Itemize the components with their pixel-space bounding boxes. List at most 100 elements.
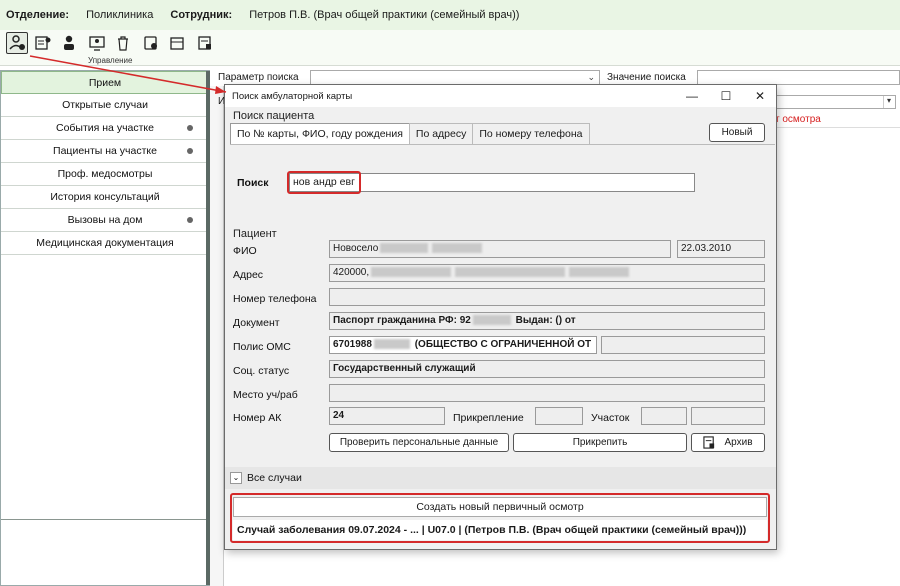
dialog-titlebar[interactable]: Поиск амбулаторной карты — ☐ ✕ xyxy=(225,85,776,107)
tab-by-phone[interactable]: По номеру телефона xyxy=(472,123,590,144)
search-card-dialog: Поиск амбулаторной карты — ☐ ✕ Поиск пац… xyxy=(224,84,777,550)
close-icon[interactable]: ✕ xyxy=(751,87,769,105)
sidebar-divider xyxy=(1,519,209,520)
sidebar-item-label: История консультаций xyxy=(50,191,160,203)
archive-button-label: Архив xyxy=(724,437,753,448)
user-search-icon[interactable] xyxy=(6,32,28,54)
notification-dot-icon xyxy=(187,217,193,223)
toolbar: Управление xyxy=(0,30,900,66)
phone-label: Номер телефона xyxy=(233,293,317,305)
social-status-label: Соц. статус xyxy=(233,365,290,377)
social-status-value: Государственный служащий xyxy=(333,363,476,374)
birth-date-field: 22.03.2010 xyxy=(677,240,765,258)
sidebar-item-label: Пациенты на участке xyxy=(53,145,157,157)
birth-date-value: 22.03.2010 xyxy=(681,243,732,254)
employee-label: Сотрудник: xyxy=(170,9,233,21)
users-icon[interactable] xyxy=(58,32,80,54)
attach-button[interactable]: Прикрепить xyxy=(513,433,687,452)
tab-baseline xyxy=(230,144,775,145)
tab-by-card[interactable]: По № карты, ФИО, году рождения xyxy=(230,123,410,144)
notification-dot-icon xyxy=(187,148,193,154)
calendar-list-icon[interactable] xyxy=(194,32,216,54)
fio-field: Новосело xyxy=(329,240,671,258)
oms-extra-field xyxy=(601,336,765,354)
dialog-body: Поиск пациента По № карты, ФИО, году рож… xyxy=(225,107,776,549)
document-label: Документ xyxy=(233,317,280,329)
oms-label: Полис ОМС xyxy=(233,341,291,353)
employee-value: Петров П.В. (Врач общей практики (семейн… xyxy=(249,9,520,21)
phone-field xyxy=(329,288,765,306)
search-param-label: Параметр поиска xyxy=(218,72,299,83)
chevron-down-icon[interactable]: ⌄ xyxy=(230,472,242,484)
card-icon[interactable] xyxy=(32,32,54,54)
oms-value: 6701988 xyxy=(333,339,372,350)
background-red-text: т осмотра xyxy=(775,114,821,125)
calendar-icon[interactable] xyxy=(166,32,188,54)
document-issued: Выдан: () от xyxy=(515,315,576,326)
background-combo[interactable]: ▾ xyxy=(770,95,896,109)
all-cases-header[interactable]: ⌄ Все случаи xyxy=(225,467,776,489)
department-label: Отделение: xyxy=(6,9,70,21)
sidebar-item-label: Вызовы на дом xyxy=(67,214,143,226)
search-highlight xyxy=(287,171,361,194)
info-line: Отделение: Поликлиника Сотрудник: Петров… xyxy=(6,9,533,21)
sidebar-item-checkups[interactable]: Проф. медосмотры xyxy=(1,163,209,186)
toolbar-group-label: Управление xyxy=(88,56,133,65)
copy-icon[interactable] xyxy=(140,32,162,54)
sidebar-item-open-cases[interactable]: Открытые случаи xyxy=(1,94,209,117)
patient-section-label: Пациент xyxy=(233,228,277,240)
area-extra-field xyxy=(691,407,765,425)
sidebar-item-consult-history[interactable]: История консультаций xyxy=(1,186,209,209)
background-divider xyxy=(774,127,900,128)
sidebar-item-area-events[interactable]: События на участке xyxy=(1,117,209,140)
sidebar-item-medical-docs[interactable]: Медицинская документация xyxy=(1,232,209,255)
sidebar-item-label: Прием xyxy=(88,76,122,89)
notification-dot-icon xyxy=(187,125,193,131)
ak-value: 24 xyxy=(333,410,345,421)
sidebar-item-reception[interactable]: Прием xyxy=(1,71,209,94)
new-button[interactable]: Новый xyxy=(709,123,765,142)
sidebar-item-label: Открытые случаи xyxy=(62,99,148,111)
sidebar-item-label: События на участке xyxy=(56,122,154,134)
info-bar: Отделение: Поликлиника Сотрудник: Петров… xyxy=(0,0,900,30)
oms-field: 6701988 (ОБЩЕСТВО С ОГРАНИЧЕННОЙ ОТ xyxy=(329,336,597,354)
social-status-field: Государственный служащий xyxy=(329,360,765,378)
search-value-input[interactable] xyxy=(697,70,900,85)
area-field xyxy=(641,407,687,425)
attach-label: Прикрепление xyxy=(453,412,524,424)
patient-search-label: Поиск пациента xyxy=(233,110,315,122)
dialog-title: Поиск амбулаторной карты xyxy=(232,91,353,102)
search-tabs: По № карты, ФИО, году рождения По адресу… xyxy=(230,123,590,144)
tab-by-address[interactable]: По адресу xyxy=(408,123,474,144)
trash-icon[interactable] xyxy=(112,32,134,54)
sidebar-item-label: Медицинская документация xyxy=(36,237,174,249)
address-field: 420000, xyxy=(329,264,765,282)
minimize-icon[interactable]: — xyxy=(683,87,701,105)
archive-button[interactable]: Архив xyxy=(691,433,765,452)
work-field xyxy=(329,384,765,402)
chevron-down-icon: ▾ xyxy=(883,96,894,108)
sidebar-item-label: Проф. медосмотры xyxy=(57,168,153,180)
case-highlight xyxy=(230,493,770,543)
sidebar: Прием Открытые случаи События на участке… xyxy=(0,70,210,586)
all-cases-label: Все случаи xyxy=(247,472,302,484)
sidebar-item-area-patients[interactable]: Пациенты на участке xyxy=(1,140,209,163)
work-label: Место уч/раб xyxy=(233,389,298,401)
document-field: Паспорт гражданина РФ: 92 Выдан: () от xyxy=(329,312,765,330)
background-column xyxy=(210,86,224,586)
search-param-select[interactable]: ⌄ xyxy=(310,70,600,85)
search-value-label: Значение поиска xyxy=(607,72,686,83)
maximize-icon[interactable]: ☐ xyxy=(717,87,735,105)
ak-label: Номер АК xyxy=(233,412,282,424)
sidebar-item-home-calls[interactable]: Вызовы на дом xyxy=(1,209,209,232)
check-personal-data-button[interactable]: Проверить персональные данные xyxy=(329,433,509,452)
monitor-user-icon[interactable] xyxy=(86,32,108,54)
fio-value: Новосело xyxy=(333,243,379,254)
address-value: 420000, xyxy=(333,267,370,278)
area-label: Участок xyxy=(591,412,630,424)
address-label: Адрес xyxy=(233,269,264,281)
document-value: Паспорт гражданина РФ: 92 xyxy=(333,315,471,326)
search-label: Поиск xyxy=(237,177,269,189)
ak-field: 24 xyxy=(329,407,445,425)
attach-field xyxy=(535,407,583,425)
